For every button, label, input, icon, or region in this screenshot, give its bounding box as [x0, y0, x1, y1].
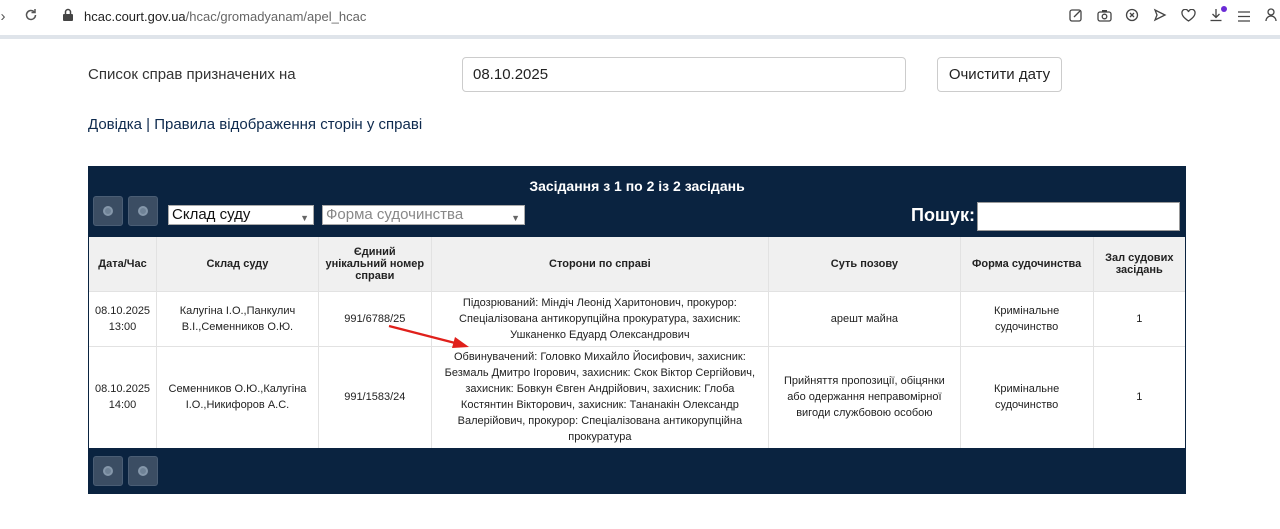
menu-icon[interactable] — [1235, 8, 1253, 26]
browser-toolbar: › hcac.court.gov.ua/hcac/gromadyanam/ape… — [0, 0, 1280, 35]
shield-icon[interactable] — [1123, 8, 1141, 26]
col-number[interactable]: Єдиний унікальний номер справи — [317, 237, 432, 291]
url-host: hcac.court.gov.ua — [84, 9, 186, 24]
search-input[interactable] — [977, 202, 1180, 231]
help-links: Довідка | Правила відображення сторін у … — [88, 116, 422, 133]
col-hall[interactable]: Зал судових засідань — [1092, 237, 1185, 291]
address-bar[interactable]: hcac.court.gov.ua/hcac/gromadyanam/apel_… — [84, 9, 366, 24]
next-page-button[interactable] — [128, 196, 158, 226]
cell-form: Кримінальне судочинство — [959, 290, 1094, 346]
send-icon[interactable] — [1151, 8, 1169, 26]
display-rules-link[interactable]: Правила відображення сторін у справі — [154, 116, 422, 133]
cell-court: Семенников О.Ю.,Калугіна І.О.,Никифоров … — [156, 345, 319, 448]
court-composition-select[interactable]: Склад суду ▼ — [168, 205, 314, 225]
prev-icon — [103, 206, 113, 216]
hearings-count-title: Засідання з 1 по 2 із 2 засідань — [529, 178, 745, 194]
search-label: Пошук: — [911, 205, 975, 225]
prev-icon — [103, 466, 113, 476]
form-select-value: Форма судочинства — [326, 206, 464, 223]
table-row[interactable]: 08.10.2025 14:00 Семенников О.Ю.,Калугін… — [89, 345, 1185, 448]
hearings-table: Дата/Час Склад суду Єдиний унікальний но… — [89, 237, 1185, 448]
cell-hall: 1 — [1092, 345, 1185, 448]
date-input[interactable] — [462, 57, 906, 92]
cell-date: 08.10.2025 14:00 — [89, 345, 157, 448]
edit-icon[interactable] — [1067, 8, 1085, 26]
col-parties[interactable]: Сторони по справі — [430, 237, 769, 291]
cell-parties: Обвинувачений: Головко Михайло Йосифович… — [430, 345, 769, 448]
table-row[interactable]: 08.10.2025 13:00 Калугіна І.О.,Панкулич … — [89, 290, 1185, 346]
lock-icon[interactable] — [59, 8, 77, 26]
next-icon — [138, 466, 148, 476]
camera-icon[interactable] — [1095, 8, 1113, 26]
help-link[interactable]: Довідка — [88, 116, 142, 133]
col-form[interactable]: Форма судочинства — [959, 237, 1094, 291]
col-court[interactable]: Склад суду — [156, 237, 319, 291]
hearings-panel: Засідання з 1 по 2 із 2 засідань Склад с… — [88, 166, 1186, 494]
cell-essence: арешт майна — [768, 290, 961, 346]
proceeding-form-select[interactable]: Форма судочинства ▼ — [322, 205, 525, 225]
chevron-right-icon[interactable]: › — [0, 8, 12, 26]
panel-footer — [89, 448, 1185, 494]
user-icon[interactable] — [1262, 8, 1280, 26]
heart-icon[interactable] — [1179, 8, 1197, 26]
cell-court: Калугіна І.О.,Панкулич В.І.,Семенников О… — [156, 290, 319, 346]
list-date-label: Список справ призначених на — [88, 66, 296, 83]
prev-page-button[interactable] — [93, 196, 123, 226]
url-path: /hcac/gromadyanam/apel_hcac — [185, 9, 367, 24]
clear-date-button[interactable]: Очистити дату — [937, 57, 1062, 92]
col-date[interactable]: Дата/Час — [89, 237, 157, 291]
next-icon — [138, 206, 148, 216]
table-header-row: Дата/Час Склад суду Єдиний унікальний но… — [89, 237, 1185, 291]
panel-header: Засідання з 1 по 2 із 2 засідань Склад с… — [89, 167, 1185, 237]
cell-date: 08.10.2025 13:00 — [89, 290, 157, 346]
link-separator: | — [146, 116, 151, 133]
cell-number: 991/1583/24 — [317, 345, 432, 448]
toolbar-divider — [0, 35, 1280, 39]
annotation-arrow-icon — [388, 324, 469, 348]
cell-hall: 1 — [1092, 290, 1185, 346]
next-page-button[interactable] — [128, 456, 158, 486]
chevron-down-icon: ▼ — [511, 213, 520, 223]
download-badge — [1221, 6, 1227, 12]
chevron-down-icon: ▼ — [300, 213, 309, 223]
reload-icon[interactable] — [22, 8, 40, 26]
cell-essence: Прийняття пропозиції, обіцянки або одерж… — [768, 345, 961, 448]
prev-page-button[interactable] — [93, 456, 123, 486]
col-essence[interactable]: Суть позову — [768, 237, 961, 291]
cell-parties: Підозрюваний: Міндіч Леонід Харитонович,… — [430, 290, 769, 346]
court-select-value: Склад суду — [172, 206, 251, 223]
cell-form: Кримінальне судочинство — [959, 345, 1094, 448]
